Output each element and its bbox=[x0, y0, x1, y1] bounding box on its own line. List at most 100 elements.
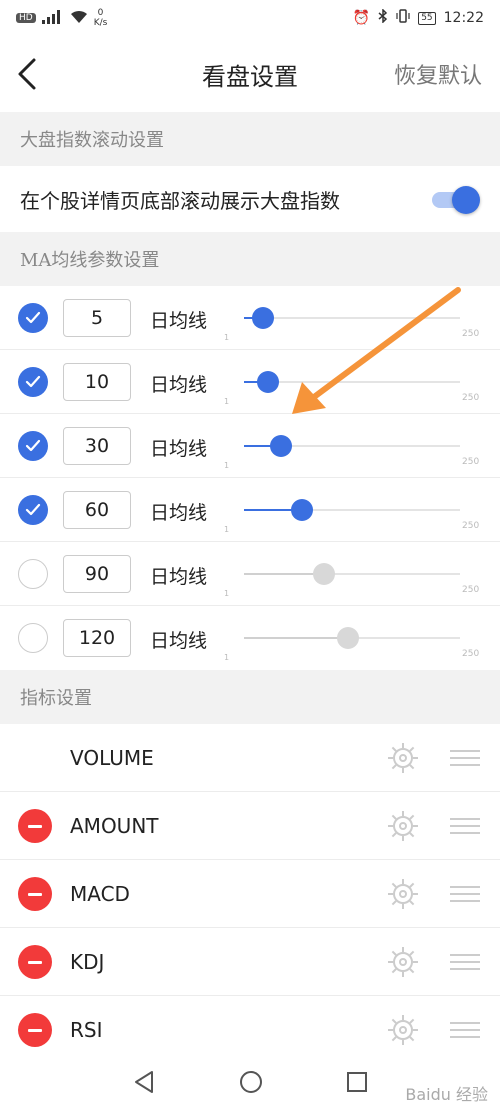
ma-slider[interactable] bbox=[244, 560, 460, 588]
ma-row: 5 日均线 1 250 bbox=[0, 286, 500, 350]
ma-period-input[interactable]: 120 bbox=[63, 619, 131, 657]
triangle-back-icon bbox=[135, 1071, 153, 1093]
status-right: ⏰ 55 12:22 bbox=[352, 8, 484, 27]
slider-thumb[interactable] bbox=[269, 435, 292, 457]
status-bar: HD 0 K/s ⏰ 55 12:22 bbox=[0, 0, 500, 36]
nav-back-button[interactable] bbox=[130, 1067, 160, 1097]
slider-min-label: 1 bbox=[224, 333, 230, 342]
slider-min-label: 1 bbox=[224, 525, 230, 534]
chevron-left-icon bbox=[18, 58, 36, 90]
gear-icon[interactable] bbox=[386, 809, 420, 843]
slider-max-label: 250 bbox=[462, 585, 480, 595]
net-speed: 0 K/s bbox=[93, 8, 108, 28]
ma-period-input[interactable]: 90 bbox=[63, 555, 131, 593]
market-scroll-label: 在个股详情页底部滚动展示大盘指数 bbox=[20, 188, 340, 213]
remove-indicator-button[interactable] bbox=[18, 945, 52, 979]
vibrate-icon bbox=[396, 9, 410, 27]
indicator-row: AMOUNT bbox=[0, 792, 500, 860]
ma-row: 30 日均线 1 250 bbox=[0, 414, 500, 478]
ma-unit-label: 日均线 bbox=[150, 630, 208, 652]
drag-handle-icon[interactable] bbox=[450, 954, 480, 970]
gear-icon-glyph bbox=[388, 947, 418, 977]
ma-period-input[interactable]: 30 bbox=[63, 427, 131, 465]
ma-unit-label: 日均线 bbox=[150, 566, 208, 588]
gear-icon[interactable] bbox=[386, 877, 420, 911]
slider-fill bbox=[244, 573, 324, 575]
signal-icon bbox=[41, 9, 64, 27]
ma-checkbox[interactable] bbox=[18, 303, 48, 333]
remove-indicator-button[interactable] bbox=[18, 809, 52, 843]
indicator-row: KDJ bbox=[0, 928, 500, 996]
hd-badge: HD bbox=[16, 13, 36, 23]
slider-thumb[interactable] bbox=[252, 307, 275, 329]
indicator-row: VOLUME bbox=[0, 724, 500, 792]
gear-icon-glyph bbox=[388, 811, 418, 841]
indicator-name: MACD bbox=[70, 882, 130, 906]
ma-period-input[interactable]: 60 bbox=[63, 491, 131, 529]
circle-home-icon bbox=[240, 1071, 262, 1093]
slider-thumb[interactable] bbox=[291, 499, 314, 521]
back-button[interactable] bbox=[14, 56, 44, 92]
clock: 12:22 bbox=[443, 10, 484, 26]
market-scroll-toggle[interactable] bbox=[432, 186, 480, 214]
slider-min-label: 1 bbox=[224, 589, 230, 598]
wifi-icon bbox=[70, 10, 88, 27]
ma-slider[interactable] bbox=[244, 304, 460, 332]
market-scroll-row: 在个股详情页底部滚动展示大盘指数 bbox=[0, 166, 500, 232]
checkmark-icon bbox=[25, 311, 41, 324]
reset-default-button[interactable]: 恢复默认 bbox=[394, 58, 482, 90]
ma-unit-label: 日均线 bbox=[150, 374, 208, 396]
slider-thumb[interactable] bbox=[256, 371, 279, 393]
watermark: Baidu 经验 bbox=[405, 1085, 488, 1104]
nav-home-button[interactable] bbox=[236, 1067, 266, 1097]
ma-unit-label: 日均线 bbox=[150, 310, 208, 332]
ma-checkbox[interactable] bbox=[18, 367, 48, 397]
remove-indicator-button[interactable] bbox=[18, 877, 52, 911]
drag-handle-icon[interactable] bbox=[450, 750, 480, 766]
drag-handle-icon[interactable] bbox=[450, 818, 480, 834]
gear-icon[interactable] bbox=[386, 741, 420, 775]
slider-max-label: 250 bbox=[462, 393, 480, 403]
remove-indicator-button[interactable] bbox=[18, 1013, 52, 1047]
drag-handle-icon[interactable] bbox=[450, 1022, 480, 1038]
alarm-icon: ⏰ bbox=[352, 10, 371, 26]
slider-max-label: 250 bbox=[462, 649, 480, 659]
bluetooth-icon bbox=[378, 8, 388, 27]
ma-unit-label: 日均线 bbox=[150, 502, 208, 524]
slider-thumb[interactable] bbox=[336, 627, 359, 649]
ma-checkbox[interactable] bbox=[18, 559, 48, 589]
slider-min-label: 1 bbox=[224, 461, 230, 470]
indicator-name: AMOUNT bbox=[70, 814, 159, 838]
indicator-name: KDJ bbox=[70, 950, 105, 974]
navigation-bar: Baidu 经验 bbox=[0, 1053, 500, 1111]
slider-min-label: 1 bbox=[224, 653, 230, 662]
ma-checkbox[interactable] bbox=[18, 431, 48, 461]
ma-slider[interactable] bbox=[244, 368, 460, 396]
ma-checkbox[interactable] bbox=[18, 495, 48, 525]
ma-slider[interactable] bbox=[244, 496, 460, 524]
nav-recents-button[interactable] bbox=[342, 1067, 372, 1097]
slider-thumb[interactable] bbox=[312, 563, 335, 585]
slider-max-label: 250 bbox=[462, 457, 480, 467]
indicator-section-title: 指标设置 bbox=[20, 688, 92, 709]
square-recents-icon bbox=[347, 1072, 367, 1092]
ma-period-input[interactable]: 10 bbox=[63, 363, 131, 401]
drag-handle-icon[interactable] bbox=[450, 886, 480, 902]
battery-icon: 55 bbox=[418, 11, 436, 25]
market-section-title: 大盘指数滚动设置 bbox=[20, 130, 164, 151]
ma-row: 90 日均线 1 250 bbox=[0, 542, 500, 606]
ma-slider[interactable] bbox=[244, 432, 460, 460]
ma-unit-label: 日均线 bbox=[150, 438, 208, 460]
gear-icon[interactable] bbox=[386, 1013, 420, 1047]
slider-fill bbox=[244, 637, 348, 639]
indicator-list: VOLUME AMOUNT MACD KDJ RSI bbox=[0, 724, 500, 1064]
indicator-name: RSI bbox=[70, 1018, 103, 1042]
ma-section-title: MA均线参数设置 bbox=[20, 250, 160, 271]
gear-icon[interactable] bbox=[386, 945, 420, 979]
ma-slider[interactable] bbox=[244, 624, 460, 652]
slider-max-label: 250 bbox=[462, 329, 480, 339]
ma-checkbox[interactable] bbox=[18, 623, 48, 653]
ma-period-input[interactable]: 5 bbox=[63, 299, 131, 337]
gear-icon-glyph bbox=[388, 743, 418, 773]
gear-icon-glyph bbox=[388, 1015, 418, 1045]
